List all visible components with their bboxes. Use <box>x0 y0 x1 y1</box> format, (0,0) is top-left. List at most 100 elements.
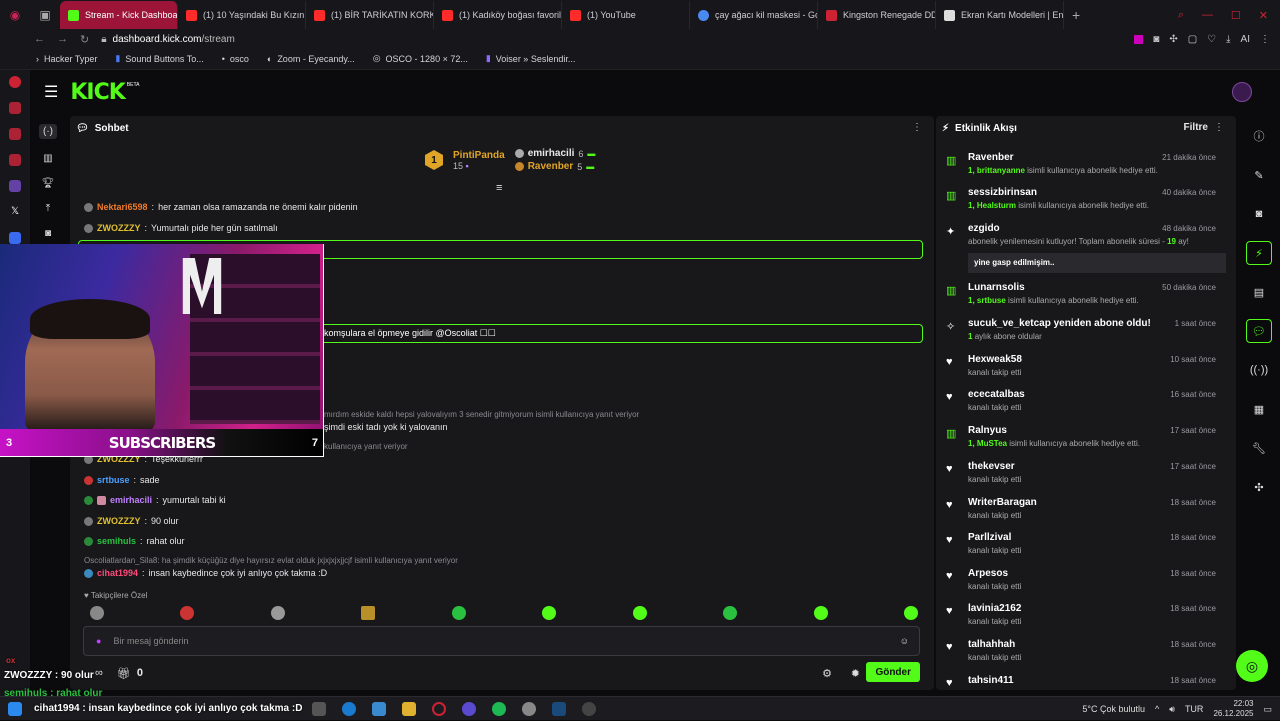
badge-settings-icon[interactable]: ✹ <box>851 667 860 680</box>
new-tab-button[interactable]: + <box>1064 7 1088 23</box>
bookmark-voiser[interactable]: ▮ Voiser » Seslendir... <box>486 53 576 64</box>
camera-icon[interactable]: ◙ <box>45 228 51 239</box>
activity-who[interactable]: Healsturm <box>977 201 1016 210</box>
twitch-icon[interactable] <box>9 180 21 192</box>
emote-icon[interactable] <box>361 606 376 620</box>
infinity-icon[interactable]: ∞ <box>95 667 103 679</box>
bookmark-hacker-typer[interactable]: › Hacker Typer <box>36 54 97 64</box>
weather-text[interactable]: 5°C Çok bulutlu <box>1082 704 1145 714</box>
activity-username[interactable]: ececatalbas <box>968 389 1025 400</box>
tab-google[interactable]: çay ağacı kil maskesi - Go <box>690 1 818 29</box>
edge-icon[interactable] <box>342 701 357 716</box>
activity-who[interactable]: srtbuse <box>977 296 1006 305</box>
leader-3[interactable]: Ravenber 5 ▬ <box>514 161 596 172</box>
collapse-icon[interactable]: ≡ <box>496 182 502 194</box>
analytics-icon[interactable]: ▥ <box>43 153 52 164</box>
bookmark-osco[interactable]: • osco <box>222 54 249 64</box>
maximize-icon[interactable]: ☐ <box>1231 9 1241 22</box>
clipboard-icon[interactable]: ▤ <box>1246 280 1272 304</box>
emote-icon[interactable] <box>270 606 285 620</box>
chat-username[interactable]: Nektari6598 <box>97 202 148 212</box>
tab-youtube-4[interactable]: (1) YouTube <box>562 1 690 29</box>
discord-icon[interactable] <box>462 701 477 716</box>
activity-username[interactable]: Ravenber <box>968 152 1014 163</box>
chat-icon[interactable]: 💬︎ <box>1246 319 1272 343</box>
emote-icon[interactable] <box>723 606 738 620</box>
camera-icon[interactable]: ◙ <box>1153 34 1159 45</box>
activity-username[interactable]: talhahhah <box>968 639 1015 650</box>
apps-icon[interactable]: ✣ <box>1246 475 1272 499</box>
ai-button[interactable]: AI <box>1241 34 1250 45</box>
bookmark-sound-buttons[interactable]: ▮ Sound Buttons To... <box>115 53 203 64</box>
reload-icon[interactable]: ↻ <box>80 33 89 46</box>
gift-icon[interactable]: 🎁︎ <box>117 667 131 680</box>
chat-username[interactable]: emirhacili <box>110 495 152 505</box>
emote-icon[interactable] <box>90 606 104 620</box>
minimize-icon[interactable]: — <box>1202 9 1213 21</box>
tab-youtube-3[interactable]: (1) Kadıköy boğası favorile <box>434 1 562 29</box>
activity-username[interactable]: tahsin411 <box>968 675 1014 686</box>
forward-arrow-icon[interactable]: → <box>57 33 68 45</box>
chat-username[interactable]: ZWOZZZY <box>97 516 141 526</box>
leader-2[interactable]: emirhacili 6 ▬ <box>514 148 595 159</box>
windows-start-icon[interactable] <box>8 701 22 716</box>
activity-username[interactable]: sucuk_ve_ketcap yeniden abone oldu! <box>968 318 1151 329</box>
explorer-icon[interactable] <box>402 701 417 716</box>
stream-icon[interactable]: (·) <box>39 124 57 139</box>
activity-username[interactable]: WriterBaragan <box>968 497 1037 508</box>
tab-ekran-karti[interactable]: Ekran Kartı Modelleri | En <box>936 1 1064 29</box>
tab-youtube-1[interactable]: (1) 10 Yaşındaki Bu Kızın O <box>178 1 306 29</box>
more-icon[interactable]: ⋮ <box>1260 34 1270 45</box>
hamburger-menu-icon[interactable]: ☰ <box>44 82 58 102</box>
messenger-icon[interactable] <box>9 128 21 140</box>
heart-icon[interactable]: ♡ <box>1207 34 1216 45</box>
activity-username[interactable]: Lunarnsolis <box>968 282 1025 293</box>
microphone-icon[interactable]: ● <box>96 636 101 646</box>
activity-username[interactable]: ezgido <box>968 223 1000 234</box>
chat-username[interactable]: srtbuse <box>97 475 130 485</box>
shopping-icon[interactable] <box>9 102 21 114</box>
tab-overview-icon[interactable]: ▣ <box>30 0 60 30</box>
clock[interactable]: 22:03 26.12.2025 <box>1213 699 1253 719</box>
snapshot-icon[interactable]: ▢ <box>1188 34 1197 45</box>
emote-icon[interactable] <box>813 606 828 620</box>
app-icon[interactable] <box>522 701 537 716</box>
upload-icon[interactable]: ⤒ <box>46 203 50 214</box>
extension-icon[interactable] <box>1134 34 1144 44</box>
chat-options-icon[interactable]: ⋮ <box>912 122 922 133</box>
emote-icon[interactable] <box>632 606 647 620</box>
activity-username[interactable]: sessizbirinsan <box>968 187 1037 198</box>
activity-username[interactable]: lavinia2162 <box>968 603 1021 614</box>
emote-icon[interactable] <box>903 606 918 620</box>
activity-username[interactable]: Arpesos <box>968 568 1008 579</box>
back-arrow-icon[interactable]: ← <box>34 33 45 45</box>
support-chat-button[interactable]: ◎ <box>1236 650 1268 682</box>
wrench-icon[interactable]: 🔧︎ <box>1246 436 1272 460</box>
edit-icon[interactable]: ✎ <box>1246 163 1272 187</box>
search-tabs-icon[interactable]: ⌕ <box>1178 9 1184 22</box>
trophy-icon[interactable]: 🏆︎ <box>42 178 55 189</box>
activity-username[interactable]: thekevser <box>968 461 1015 472</box>
activity-username[interactable]: Hexweak58 <box>968 354 1022 365</box>
steam-icon[interactable] <box>552 701 567 716</box>
bookmark-osco-1280[interactable]: ◎ OSCO - 1280 × 72... <box>373 53 468 64</box>
tab-kingston[interactable]: Kingston Renegade DDR5 <box>818 1 936 29</box>
camera-icon[interactable]: ◙ <box>1246 202 1272 226</box>
chat-username[interactable]: ZWOZZZY <box>97 223 141 233</box>
send-button[interactable]: Gönder <box>866 662 920 682</box>
info-icon[interactable]: ⓘ <box>1246 124 1272 148</box>
chat-username[interactable]: semihuls <box>97 536 136 546</box>
activity-options-icon[interactable]: ⋮ <box>1214 122 1224 133</box>
tab-kick-dashboard[interactable]: Stream - Kick Dashboard <box>60 1 178 29</box>
emoji-icon[interactable]: ☺ <box>900 636 909 646</box>
activity-who[interactable]: MuSTea <box>977 439 1007 448</box>
activity-who[interactable]: brittanyanne <box>977 166 1025 175</box>
opera-icon[interactable] <box>9 76 21 88</box>
emote-icon[interactable] <box>180 606 195 620</box>
instagram-icon[interactable] <box>9 154 21 166</box>
task-view-icon[interactable] <box>312 701 327 716</box>
chat-username[interactable]: cihat1994 <box>97 568 138 578</box>
settings-gear-icon[interactable]: ⚙ <box>822 667 832 680</box>
close-icon[interactable]: ✕ <box>1259 9 1268 22</box>
url-field[interactable]: 🔒︎ dashboard.kick.com/stream <box>101 34 235 45</box>
